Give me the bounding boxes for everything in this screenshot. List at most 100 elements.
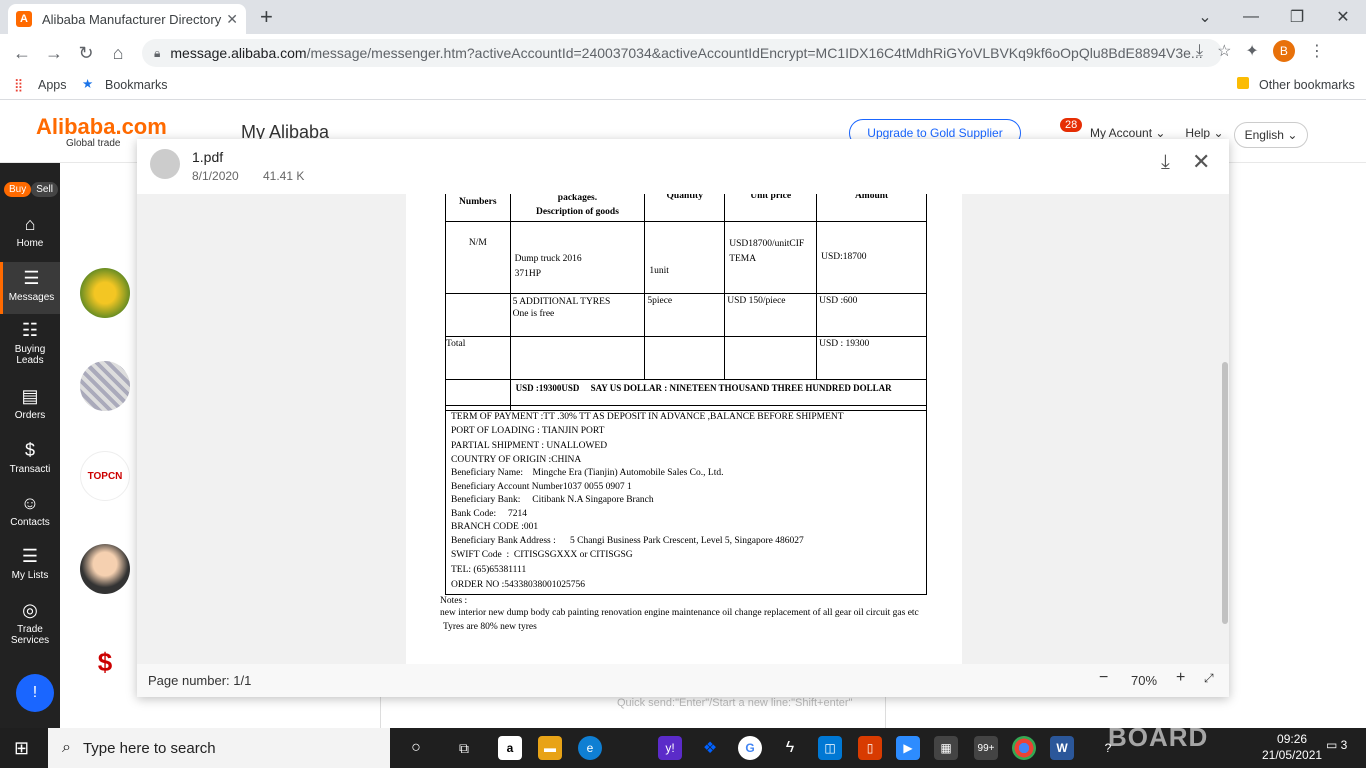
term-line: ORDER NO :54338038001025756 — [451, 580, 586, 591]
zoom-app-icon[interactable]: ▶ — [896, 736, 920, 760]
sidebar-label: Contacts — [10, 517, 50, 528]
google-icon[interactable]: G — [738, 736, 762, 760]
file-date: 8/1/2020 — [192, 169, 239, 183]
profile-avatar[interactable]: B — [1272, 40, 1295, 62]
edge-icon[interactable]: e — [578, 736, 602, 760]
notification-center-icon[interactable]: ▭ 3 — [1326, 738, 1347, 752]
amazon-icon[interactable]: a — [498, 736, 522, 760]
download-icon[interactable]: ⤓ — [1161, 151, 1170, 174]
payment-terms: TERM OF PAYMENT :TT .30% TT AS DEPOSIT I… — [445, 405, 927, 595]
help-menu[interactable]: Help ⌄ — [1185, 126, 1223, 140]
file-explorer-icon[interactable]: ▬ — [538, 736, 562, 760]
table-cell: N/M — [445, 221, 511, 294]
sidebar-item-home[interactable]: ⌂ Home — [0, 214, 60, 260]
home-icon[interactable]: ⌂ — [102, 43, 134, 64]
fullscreen-icon[interactable]: ⤢ — [1204, 671, 1214, 686]
address-bar[interactable]: 🔒︎ message.alibaba.com/message/messenger… — [142, 39, 1222, 67]
sell-toggle[interactable]: Sell — [31, 182, 58, 197]
table-cell: USD : 19300 — [816, 336, 927, 380]
sidebar-label: Messages — [8, 292, 55, 303]
close-icon[interactable]: ✕ — [1192, 149, 1210, 175]
sidebar-item-trade-services[interactable]: ◎ Trade Services — [0, 600, 60, 648]
pdf-scrollbar[interactable] — [1222, 362, 1228, 624]
zoom-in-button[interactable]: + — [1176, 669, 1185, 687]
back-arrow-icon[interactable]: ← — [6, 43, 38, 64]
contact-avatar[interactable]: $ — [80, 637, 130, 687]
chat-assistant-button[interactable]: ! — [16, 674, 54, 712]
my-account-label: My Account — [1090, 126, 1153, 140]
chrome-menu-icon[interactable]: ⋮ — [1309, 41, 1325, 61]
chrome-icon[interactable] — [1012, 736, 1036, 760]
search-placeholder: Type here to search — [82, 739, 216, 757]
mail-count-icon[interactable]: 99+ — [974, 736, 998, 760]
contact-avatar[interactable]: TOPCN — [80, 451, 130, 501]
file-size: 41.41 K — [263, 169, 305, 183]
table-cell: USD:18700 — [816, 221, 927, 294]
power-automate-icon[interactable]: ϟ — [778, 736, 802, 760]
word-icon[interactable]: W — [1050, 736, 1074, 760]
col-header: packages. Description of goods — [509, 194, 646, 222]
contact-avatar[interactable] — [80, 544, 130, 594]
language-select[interactable]: English ⌄ — [1234, 122, 1308, 148]
orders-icon: ▤ — [21, 386, 39, 406]
close-window-button[interactable]: ✕ — [1320, 7, 1366, 27]
sidebar-item-orders[interactable]: ▤ Orders — [0, 386, 60, 426]
my-account-menu[interactable]: My Account ⌄ — [1090, 126, 1165, 140]
extensions-icon[interactable]: ✦ — [1245, 41, 1258, 61]
col-header: Numbers — [445, 194, 511, 222]
yahoo-icon[interactable]: y! — [658, 736, 682, 760]
install-icon[interactable]: ⤓ — [1196, 42, 1203, 60]
office-icon[interactable]: ▯ — [858, 736, 882, 760]
sidebar-item-contacts[interactable]: ☺ Contacts — [0, 493, 60, 533]
globe-icon: ◎ — [22, 600, 38, 620]
tab-search-icon[interactable]: ⌄ — [1182, 7, 1228, 27]
forward-arrow-icon[interactable]: → — [38, 43, 70, 64]
sidebar-item-transactions[interactable]: $ Transacti — [0, 440, 60, 480]
term-line: COUNTRY OF ORIGIN :CHINA — [451, 454, 582, 465]
chat-input-area[interactable]: Quick send:"Enter"/Start a new line:"Shi… — [380, 697, 886, 728]
url-host: message.alibaba.com — [170, 45, 307, 61]
sidebar-item-buying-leads[interactable]: ☷ Buying Leads — [0, 320, 60, 370]
contact-avatar[interactable] — [80, 361, 130, 411]
new-tab-button[interactable]: + — [260, 4, 273, 30]
pdf-page: Numbers packages. Description of goods Q… — [406, 194, 962, 664]
cortana-icon[interactable]: ○ — [404, 736, 428, 760]
col-header: Amount — [816, 194, 927, 222]
table-cell — [724, 336, 818, 380]
zoom-out-button[interactable]: − — [1099, 669, 1108, 687]
taskbar-search[interactable]: ⌕ Type here to search — [48, 728, 390, 768]
sidebar-item-messages[interactable]: ☰ Messages — [0, 262, 60, 314]
windows-start-icon[interactable]: ⊞ — [14, 738, 29, 759]
buy-sell-toggle[interactable]: Buy Sell — [4, 182, 58, 197]
zoom-level: 70% — [1131, 673, 1158, 688]
task-view-icon[interactable]: ⧉ — [452, 736, 476, 760]
bookmark-other[interactable]: Other bookmarks — [1259, 78, 1355, 92]
table-cell — [644, 336, 726, 380]
notes-body: new interior new dump body cab painting … — [440, 608, 919, 618]
lock-icon[interactable]: 🔒︎ — [154, 46, 160, 61]
bookmark-bookmarks[interactable]: Bookmarks — [105, 78, 168, 92]
search-icon: ⌕ — [62, 739, 71, 756]
reload-icon[interactable]: ↻ — [70, 43, 102, 64]
term-line: Beneficiary Name: Mingche Era (Tianjin) … — [451, 468, 724, 479]
bookmark-apps[interactable]: Apps — [38, 78, 67, 92]
logo-text: Alibaba.com — [36, 114, 167, 139]
table-cell: 1unit — [644, 221, 726, 294]
restore-button[interactable]: ❐ — [1274, 7, 1320, 27]
buy-toggle[interactable]: Buy — [4, 182, 32, 197]
notes-tyres: Tyres are 80% new tyres — [443, 622, 537, 632]
network-app-icon[interactable]: ◫ — [818, 736, 842, 760]
term-line: BRANCH CODE :001 — [451, 522, 539, 533]
store-icon[interactable]: ▦ — [934, 736, 958, 760]
table-cell: 5 ADDITIONAL TYRES One is free — [509, 293, 646, 337]
taskbar-clock[interactable]: 09:26 21/05/2021 — [1262, 731, 1322, 763]
bookmark-star-icon[interactable]: ☆ — [1217, 41, 1231, 61]
dropbox-icon[interactable]: ❖ — [698, 736, 722, 760]
contact-avatar[interactable] — [80, 268, 130, 318]
minimize-button[interactable]: — — [1228, 8, 1274, 26]
apps-grid-icon[interactable]: ⣿ — [14, 77, 23, 92]
tab-close-icon[interactable]: ✕ — [226, 11, 238, 28]
notification-badge[interactable]: 28 — [1060, 118, 1083, 132]
sidebar-item-my-lists[interactable]: ☰ My Lists — [0, 546, 60, 586]
browser-tab[interactable]: A Alibaba Manufacturer Directory ✕ — [8, 4, 246, 34]
